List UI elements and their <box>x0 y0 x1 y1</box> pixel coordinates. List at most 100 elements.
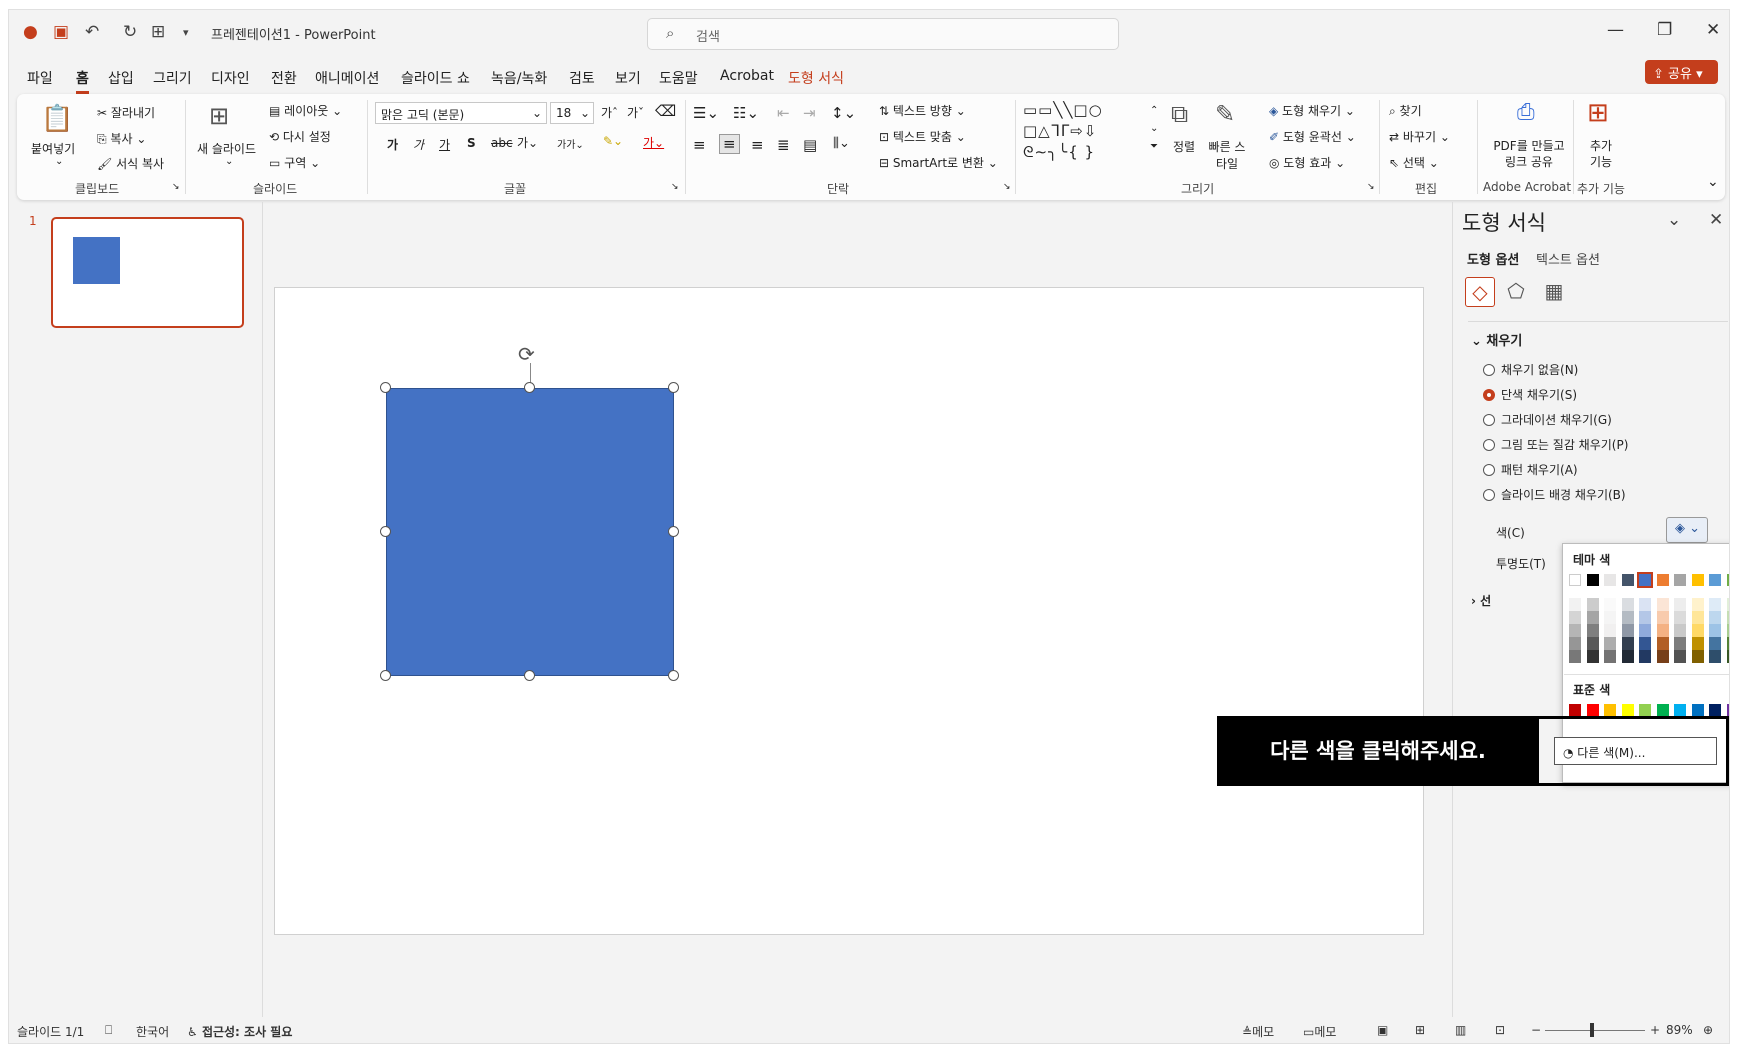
tab-home[interactable]: 홈 <box>76 68 89 94</box>
standard-color-swatch[interactable] <box>1656 704 1669 716</box>
theme-shade-swatch[interactable] <box>1639 650 1651 663</box>
gallery-scroll-icon[interactable]: ⌃ ⌄ ⏷ <box>1150 102 1162 156</box>
standard-color-swatch[interactable] <box>1639 704 1651 716</box>
resize-handle[interactable] <box>668 526 679 537</box>
zoom-slider[interactable] <box>1545 1030 1645 1031</box>
new-slide-icon[interactable]: ⊞ <box>209 102 229 130</box>
resize-handle[interactable] <box>524 670 535 681</box>
theme-shade-swatch[interactable] <box>1709 650 1721 663</box>
tab-record[interactable]: 녹음/녹화 <box>491 68 547 88</box>
tab-transitions[interactable]: 전환 <box>271 68 297 88</box>
smartart-button[interactable]: ⊟ SmartArt로 변환 ⌄ <box>879 154 998 171</box>
standard-color-swatch[interactable] <box>1621 704 1634 716</box>
copy-button[interactable]: ⎘ 복사 ⌄ <box>97 130 146 147</box>
theme-shade-swatch[interactable] <box>1674 637 1686 650</box>
accessibility-status[interactable]: ♿ 접근성: 조사 필요 <box>187 1023 292 1040</box>
theme-shade-swatch[interactable] <box>1621 650 1634 663</box>
theme-color-swatch[interactable] <box>1637 572 1653 588</box>
quick-styles-button[interactable]: 빠른 스타일 <box>1207 138 1247 172</box>
fill-option-solid[interactable]: 단색 채우기(S) <box>1483 386 1577 403</box>
radio-button[interactable] <box>1483 464 1495 476</box>
standard-color-swatch[interactable] <box>1586 704 1599 716</box>
increase-font-icon[interactable]: 가ˆ <box>601 104 618 121</box>
theme-shade-swatch[interactable] <box>1586 598 1599 611</box>
theme-shade-swatch[interactable] <box>1639 598 1651 611</box>
standard-color-swatch[interactable] <box>1691 704 1704 716</box>
replace-button[interactable]: ⇄ 바꾸기 ⌄ <box>1389 128 1450 145</box>
theme-shade-swatch[interactable] <box>1621 598 1634 611</box>
theme-color-swatch[interactable] <box>1709 574 1721 586</box>
tab-shape-options[interactable]: 도형 옵션 <box>1467 249 1519 268</box>
font-launcher-icon[interactable]: ↘ <box>671 182 679 192</box>
theme-shade-swatch[interactable] <box>1656 637 1669 650</box>
slide-sorter-icon[interactable]: ⊞ <box>1415 1023 1425 1037</box>
theme-color-swatch[interactable] <box>1586 574 1599 586</box>
text-direction-button[interactable]: ⇅ 텍스트 방향 ⌄ <box>879 102 966 119</box>
spellcheck-icon[interactable]: ⎕ <box>105 1023 112 1038</box>
clear-format-icon[interactable]: ⌫ <box>655 102 676 120</box>
theme-shade-swatch[interactable] <box>1604 598 1616 611</box>
fit-slide-icon[interactable]: ⊕ <box>1703 1023 1713 1037</box>
language-status[interactable]: 한국어 <box>136 1023 169 1040</box>
tab-slideshow[interactable]: 슬라이드 쇼 <box>401 68 470 88</box>
slide-thumbnail[interactable] <box>51 217 244 328</box>
presentation-icon[interactable]: ⊞ <box>151 22 165 42</box>
pane-options-icon[interactable]: ⌄ <box>1667 210 1681 230</box>
share-button[interactable]: ⇪ 공유 ▾ <box>1645 60 1718 84</box>
resize-handle[interactable] <box>380 382 391 393</box>
theme-shade-swatch[interactable] <box>1709 624 1721 637</box>
zoom-level[interactable]: 89% <box>1666 1023 1693 1037</box>
tab-file[interactable]: 파일 <box>27 68 53 88</box>
redo-icon[interactable]: ↻ <box>123 22 137 42</box>
resize-handle[interactable] <box>380 670 391 681</box>
theme-shade-swatch[interactable] <box>1674 598 1686 611</box>
theme-shade-swatch[interactable] <box>1569 611 1581 624</box>
theme-shade-swatch[interactable] <box>1691 650 1704 663</box>
new-slide-dropdown-icon[interactable]: ⌄ <box>225 156 233 167</box>
restore-icon[interactable]: ❐ <box>1657 20 1672 40</box>
shape-effects-button[interactable]: ◎ 도형 효과 ⌄ <box>1269 154 1345 171</box>
bold-icon[interactable]: 가 <box>387 136 398 153</box>
theme-shade-swatch[interactable] <box>1656 598 1669 611</box>
theme-color-swatch[interactable] <box>1674 574 1686 586</box>
reading-view-icon[interactable]: ▥ <box>1455 1023 1466 1037</box>
shape-fill-button[interactable]: ◈ 도형 채우기 ⌄ <box>1269 102 1355 119</box>
tab-shape-format[interactable]: 도형 서식 <box>788 68 844 88</box>
resize-handle[interactable] <box>668 670 679 681</box>
theme-shade-swatch[interactable] <box>1691 611 1704 624</box>
shadow-icon[interactable]: S <box>467 136 476 150</box>
theme-shade-swatch[interactable] <box>1639 611 1651 624</box>
theme-shade-swatch[interactable] <box>1726 611 1729 624</box>
fill-color-button[interactable]: ◈ ⌄ <box>1666 517 1708 543</box>
align-center-icon[interactable]: ≡ <box>719 134 740 154</box>
fill-section-header[interactable]: ⌄ 채우기 <box>1471 330 1522 349</box>
theme-shade-swatch[interactable] <box>1726 650 1729 663</box>
theme-shade-swatch[interactable] <box>1656 624 1669 637</box>
tab-view[interactable]: 보기 <box>615 68 641 88</box>
reset-button[interactable]: ⟲ 다시 설정 <box>269 128 331 145</box>
theme-shade-swatch[interactable] <box>1674 611 1686 624</box>
align-left-icon[interactable]: ≡ <box>693 136 706 154</box>
fill-option-none[interactable]: 채우기 없음(N) <box>1483 361 1578 378</box>
fill-option-picture[interactable]: 그림 또는 질감 채우기(P) <box>1483 436 1628 453</box>
size-properties-icon[interactable]: ▦ <box>1539 277 1569 307</box>
theme-color-swatch[interactable] <box>1569 574 1581 586</box>
addins-icon[interactable]: ⊞ <box>1587 98 1609 128</box>
resize-handle[interactable] <box>668 382 679 393</box>
pdf-icon[interactable]: ⎙ <box>1517 100 1535 125</box>
theme-shade-swatch[interactable] <box>1709 598 1721 611</box>
zoom-in-icon[interactable]: + <box>1650 1023 1660 1037</box>
find-button[interactable]: ⌕ 찾기 <box>1389 102 1422 119</box>
tab-acrobat[interactable]: Acrobat <box>720 68 774 84</box>
theme-shade-swatch[interactable] <box>1604 624 1616 637</box>
char-spacing-icon[interactable]: 가⌄ <box>517 134 538 151</box>
strikethrough-icon[interactable]: abc <box>491 136 513 150</box>
minimize-icon[interactable]: — <box>1607 20 1624 40</box>
normal-view-icon[interactable]: ▣ <box>1377 1023 1388 1037</box>
tab-design[interactable]: 디자인 <box>211 68 250 88</box>
paragraph-launcher-icon[interactable]: ↘ <box>1003 182 1011 192</box>
select-button[interactable]: ⇖ 선택 ⌄ <box>1389 154 1439 171</box>
font-size-select[interactable]: 18 ⌄ <box>550 102 594 124</box>
fill-option-background[interactable]: 슬라이드 배경 채우기(B) <box>1483 486 1626 503</box>
effects-pentagon-icon[interactable]: ⬠ <box>1501 277 1531 307</box>
